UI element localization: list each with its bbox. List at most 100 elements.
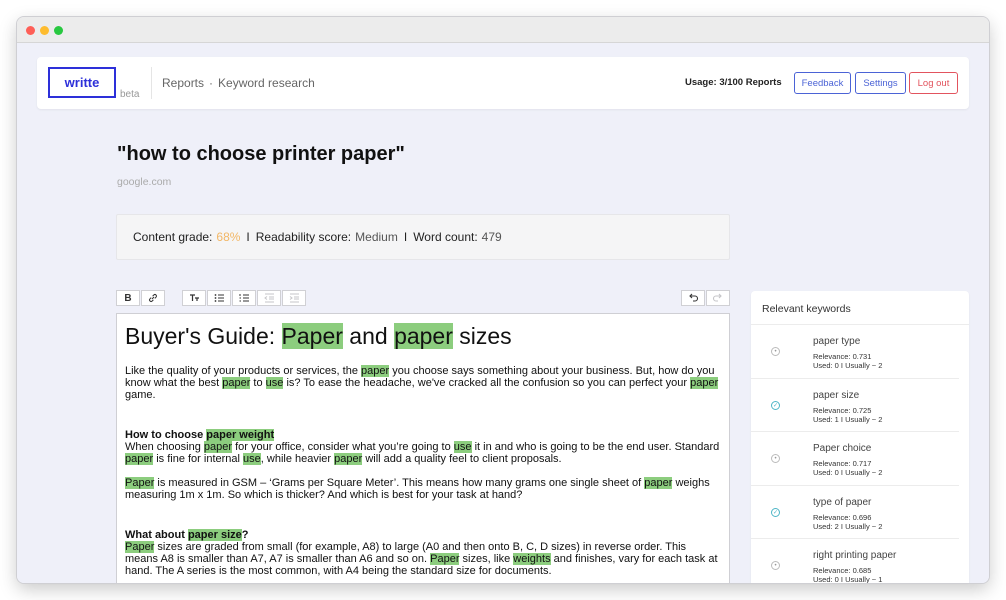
redo-button[interactable] [706, 290, 730, 306]
indent-button[interactable] [282, 290, 306, 306]
document-body[interactable]: Like the quality of your products or ser… [125, 365, 721, 577]
neutral-face-icon: • [771, 561, 780, 570]
text-run: What about [125, 529, 188, 541]
highlighted-keyword: paper [394, 323, 453, 349]
document-heading[interactable]: Buyer's Guide: Paper and paper sizes [125, 322, 721, 350]
paragraph[interactable]: Like the quality of your products or ser… [125, 365, 721, 401]
settings-button[interactable]: Settings [855, 72, 906, 94]
keyword-row[interactable]: • right printing paper Relevance: 0.685 Use… [751, 539, 959, 583]
text-run: ? [241, 529, 249, 541]
stats-separator: I [246, 230, 250, 244]
paragraph[interactable]: How to choose paper weight When choosing … [125, 429, 721, 465]
text-run: Buyer's Guide: [125, 323, 282, 349]
bold-text: paper weight [206, 429, 275, 441]
keyword-usage: Used: 1 I Usually ~ 2 [813, 414, 883, 424]
keyword-relevance: Relevance: 0.731 [813, 352, 872, 361]
breadcrumb: Reports · Keyword research [162, 76, 315, 90]
text-run: to [250, 377, 266, 389]
redo-icon [712, 293, 722, 302]
highlighted-keyword: Paper [125, 477, 155, 489]
highlighted-keyword: paper [203, 441, 233, 453]
keyword-row[interactable]: • paper type Relevance: 0.731 Used: 0 I Usu… [751, 325, 959, 379]
keyword-usage: Used: 0 I Usually ~ 1 [813, 575, 883, 583]
top-navbar: writte beta Reports · Keyword research Usa… [37, 57, 969, 109]
keyword-relevance: Relevance: 0.685 [813, 566, 872, 575]
relevant-keywords-panel: Relevant keywords • paper type Relevance: … [751, 291, 969, 583]
highlighted-keyword: paper [361, 365, 390, 377]
text-run: , while heavier [260, 453, 335, 465]
nav-divider [151, 67, 152, 99]
maximize-window-button[interactable] [54, 26, 63, 35]
close-window-button[interactable] [26, 26, 35, 35]
numbered-list-icon [239, 294, 249, 302]
breadcrumb-reports[interactable]: Reports [162, 76, 204, 90]
word-count-value: 479 [481, 230, 502, 244]
indent-icon [289, 293, 299, 303]
text-run: it in and who is going to be the end use… [471, 441, 720, 453]
bold-button[interactable]: B [116, 290, 140, 306]
title-bar [17, 17, 989, 43]
keyword-title: paper type [813, 336, 861, 347]
neutral-face-icon: • [771, 347, 780, 356]
outdent-button[interactable] [257, 290, 281, 306]
highlighted-keyword: use [243, 453, 261, 465]
text-run: game. [125, 389, 156, 401]
logo[interactable]: writte [48, 67, 116, 98]
readability-value: Medium [355, 230, 398, 244]
logout-button[interactable]: Log out [909, 72, 958, 94]
text-run: Like the quality of your products or ser… [125, 365, 362, 377]
text-size-icon [189, 294, 199, 301]
beta-badge: beta [120, 89, 140, 100]
text-run: and [342, 323, 395, 349]
undo-icon [689, 293, 699, 302]
undo-button[interactable] [681, 290, 705, 306]
text-run: When choosing [125, 441, 204, 453]
keyword-usage: Used: 0 I Usually ~ 2 [813, 361, 883, 370]
link-button[interactable] [141, 290, 165, 306]
paragraph[interactable]: What about paper size? Paper sizes are gr… [125, 529, 721, 577]
keyword-title: type of paper [813, 496, 872, 508]
text-run: How to choose [125, 429, 207, 441]
highlighted-keyword: weights [513, 553, 551, 565]
keyword-meta: Relevance: 0.725 Used: 1 I Usually ~ 2 [813, 406, 882, 424]
highlighted-keyword: paper [222, 377, 251, 389]
keyword-meta: Relevance: 0.717 Used: 0 I Usually ~ 2 [813, 459, 882, 477]
feedback-button[interactable]: Feedback [794, 72, 851, 94]
bold-text: How to choose [125, 429, 206, 441]
highlighted-keyword: use [453, 441, 472, 453]
word-count-label: Word count: [413, 230, 478, 244]
bold-label: B [124, 292, 132, 304]
neutral-face-icon: • [771, 454, 780, 463]
text-run: will add a quality feel to client propos… [362, 453, 562, 465]
keyword-meta: Relevance: 0.696 Used: 2 I Usually ~ 2 [813, 513, 882, 531]
check-circle-icon: ✓ [771, 400, 780, 410]
paragraph[interactable]: Paper is measured in GSM – ‘Grams per Sq… [125, 477, 721, 501]
content-editor[interactable]: Buyer's Guide: Paper and paper sizes Lik… [116, 313, 730, 583]
keyword-meta: Relevance: 0.731 Used: 0 I Usually ~ 2 [813, 352, 882, 370]
breadcrumb-keyword-research[interactable]: Keyword research [218, 76, 315, 90]
stats-separator: I [403, 230, 408, 244]
numbered-list-button[interactable] [232, 290, 256, 306]
highlighted-keyword: paper [644, 477, 673, 489]
highlighted-keyword: paper size [187, 529, 242, 541]
text-size-button[interactable] [182, 290, 206, 306]
keyword-title: paper size [813, 389, 860, 401]
keywords-list: • paper type Relevance: 0.731 Used: 0 I Usu… [751, 325, 969, 583]
content-stats: Content grade: 68% I Readability score: … [116, 214, 730, 260]
highlighted-keyword: use [265, 377, 284, 389]
check-circle-icon: ✓ [771, 507, 780, 517]
keyword-row[interactable]: • Paper choice Relevance: 0.717 Used: 0 I U… [751, 432, 959, 486]
usage-counter: Usage: 3/100 Reports [685, 77, 782, 88]
keyword-title: right printing paper [813, 550, 897, 561]
page-title: "how to choose printer paper" [117, 143, 405, 165]
text-run: is? To ease the headache, we've cracked … [283, 377, 691, 389]
highlighted-keyword: Paper [281, 323, 343, 349]
keyword-row[interactable]: ✓ paper size Relevance: 0.725 Used: 1 I Usu… [751, 379, 959, 432]
highlighted-keyword: Paper [125, 541, 155, 553]
bullet-list-button[interactable] [207, 290, 231, 306]
keyword-row[interactable]: ✓ type of paper Relevance: 0.696 Used: 2 I … [751, 486, 959, 539]
text-run: for your office, consider what you’re go… [232, 441, 454, 453]
highlighted-keyword: Paper [430, 553, 460, 565]
minimize-window-button[interactable] [40, 26, 49, 35]
bold-text: ? [242, 529, 249, 541]
